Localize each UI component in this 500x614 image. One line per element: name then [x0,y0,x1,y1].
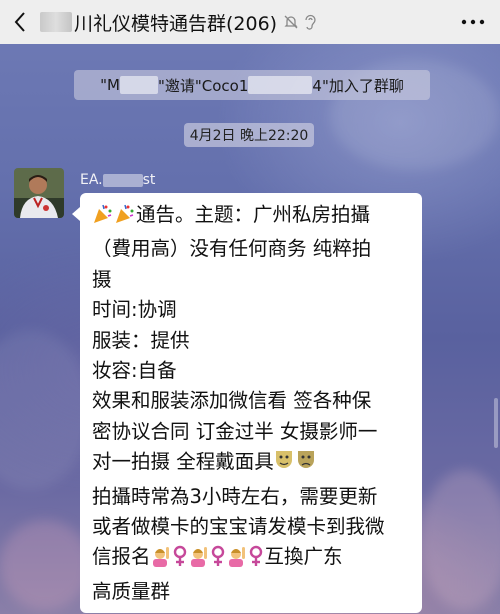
message-line: 效果和服装添加微信看 签各种保 [92,389,372,413]
chat-header: 川礼仪模特通告群(206) [0,0,500,44]
message-line: 信报名 互換广东 [92,542,412,576]
message-line: 通告。主题：广州私房拍攝 [92,200,412,234]
system-join-message: "M "邀请"Coco1 4"加入了群聊 [74,70,430,100]
female-sign-icon [247,545,265,576]
back-icon[interactable] [0,0,40,44]
female-sign-icon [209,545,227,576]
woman-raising-hand-icon [227,545,247,576]
sender-name: EA. st [80,172,155,188]
message-line: 服装：提供 [92,328,190,352]
theater-masks-icon [274,448,318,481]
group-name: 川礼仪模特通告群(206) [74,12,278,35]
message-line: 时间:协调 [92,298,177,322]
party-popper-icon [92,203,114,234]
message-line: 拍攝時常為3小時左右，需要更新 [92,484,378,508]
message-text: 对一拍摄 全程戴面具 [92,450,274,474]
sender-name-prefix: EA. [80,172,103,188]
redacted-title-part [40,12,72,32]
party-popper-icon [114,203,136,234]
chat-title: 川礼仪模特通告群(206) [40,9,446,36]
system-message-part1: "M [100,76,120,94]
system-message-part3: 4"加入了群聊 [312,76,404,95]
avatar[interactable] [14,168,64,218]
message-line: 高质量群 [92,579,171,603]
scrollbar[interactable] [494,398,498,448]
message-line: 密协议合同 订金过半 女摄影师一 [92,419,378,443]
message-line: （費用高）没有任何商务 纯粹拍 [92,237,372,261]
message-text: 信报名 [92,545,151,569]
message-line: 摄 [92,267,112,291]
sender-name-suffix: st [142,172,156,188]
message-line: 或者做模卡的宝宝请发模卡到我微 [92,515,385,539]
ear-icon [303,13,317,31]
more-icon[interactable] [446,0,500,44]
woman-raising-hand-icon [189,545,209,576]
female-sign-icon [171,545,189,576]
system-message-part2: "邀请"Coco1 [157,76,249,95]
redacted-name [119,76,158,94]
redacted-sender [102,173,143,187]
mute-bell-icon [283,14,299,30]
message-text: 互換广东 [264,545,343,569]
redacted-name [248,76,313,94]
message-line: 妆容:自备 [92,359,177,383]
message-bubble[interactable]: 通告。主题：广州私房拍攝 （費用高）没有任何商务 纯粹拍 摄 时间:协调 服装：… [72,193,422,613]
message-text: 通告。主题：广州私房拍攝 [136,203,371,226]
message-timestamp: 4月2日 晚上22:20 [184,123,314,147]
woman-raising-hand-icon [151,545,171,576]
message-line: 对一拍摄 全程戴面具 [92,447,412,481]
